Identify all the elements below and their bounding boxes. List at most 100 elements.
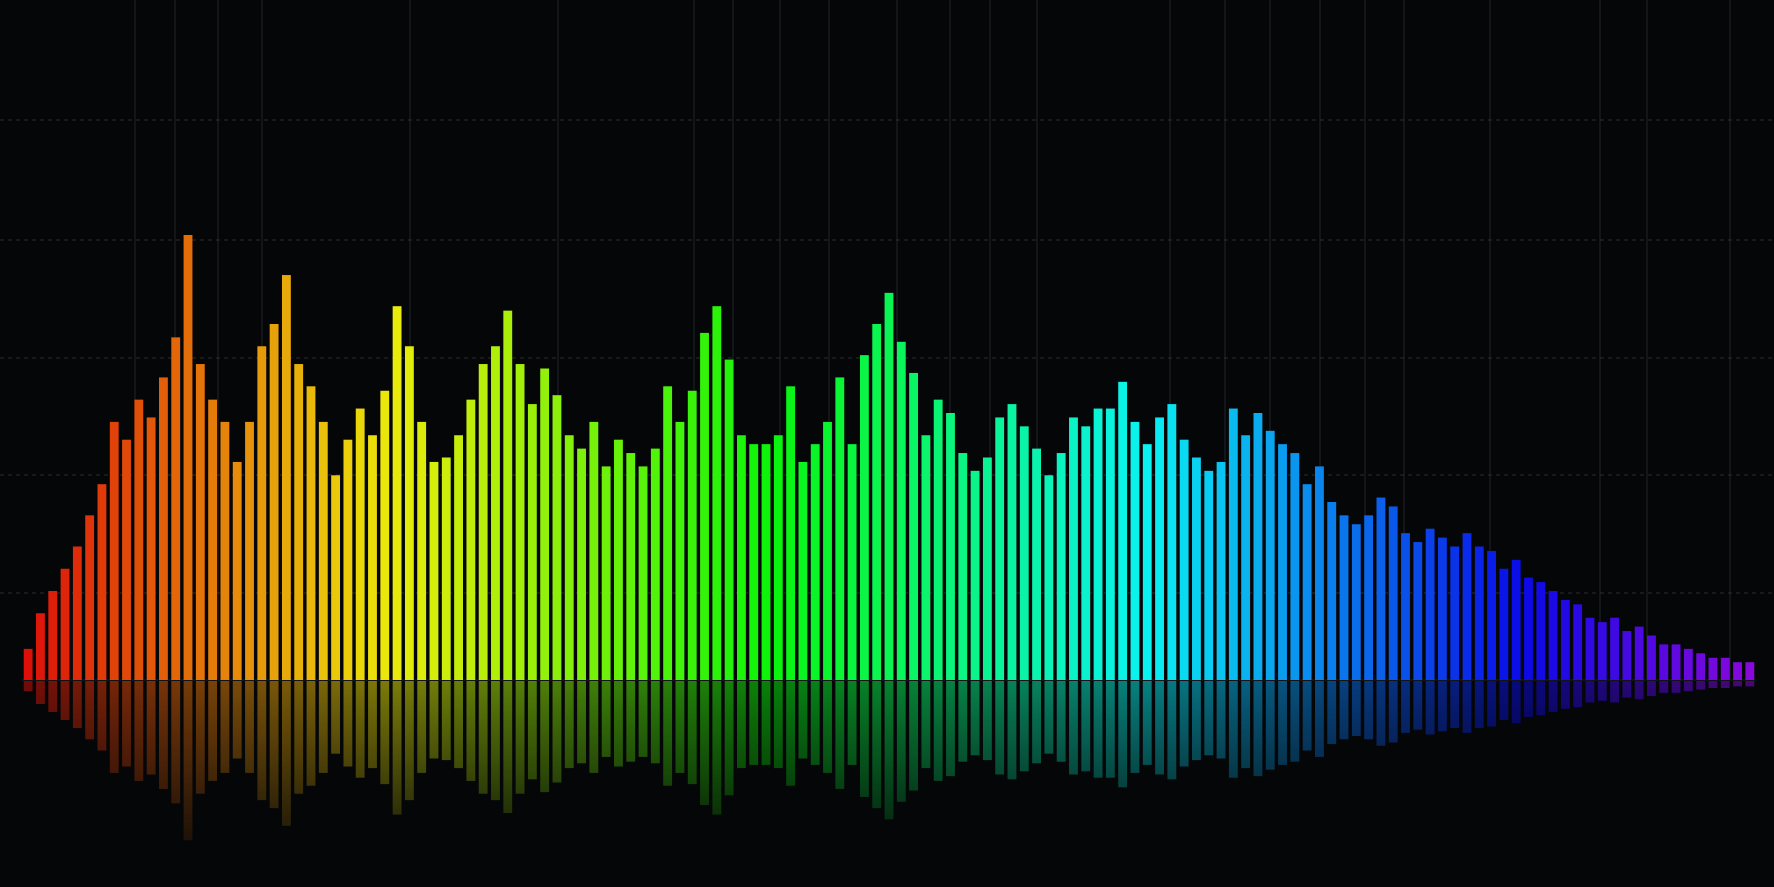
spectrum-bar bbox=[1081, 426, 1091, 680]
spectrum-bar bbox=[1364, 515, 1374, 680]
spectrum-bar-reflection bbox=[1167, 680, 1177, 780]
spectrum-bar bbox=[712, 306, 722, 680]
spectrum-bar bbox=[429, 461, 439, 680]
spectrum-bar-reflection bbox=[995, 680, 1005, 775]
spectrum-bar-reflection bbox=[1351, 680, 1361, 737]
spectrum-bar-reflection bbox=[60, 680, 70, 721]
spectrum-bar bbox=[1130, 421, 1140, 680]
spectrum-bar-reflection bbox=[761, 680, 771, 765]
spectrum-bar bbox=[60, 568, 70, 680]
spectrum-bar-reflection bbox=[1462, 680, 1472, 733]
spectrum-bar-reflection bbox=[1265, 680, 1275, 770]
spectrum-bar bbox=[454, 435, 463, 680]
spectrum-bar-reflection bbox=[109, 680, 119, 773]
spectrum-bar bbox=[773, 435, 783, 680]
spectrum-bar bbox=[1032, 448, 1041, 680]
spectrum-bar-reflection bbox=[1499, 680, 1509, 721]
spectrum-bar bbox=[577, 448, 586, 680]
spectrum-bar-reflection bbox=[823, 680, 832, 773]
spectrum-bar bbox=[1118, 381, 1128, 680]
spectrum-bar bbox=[946, 413, 955, 680]
spectrum-bar-reflection bbox=[454, 680, 463, 769]
spectrum-bar bbox=[1019, 426, 1029, 680]
spectrum-bar-reflection bbox=[1142, 680, 1152, 765]
spectrum-bar-reflection bbox=[306, 680, 316, 786]
spectrum-bar-reflection bbox=[1659, 680, 1669, 693]
spectrum-bar bbox=[614, 439, 623, 680]
spectrum-bar bbox=[171, 337, 181, 680]
spectrum-bar-reflection bbox=[257, 680, 267, 801]
spectrum-bar bbox=[1376, 497, 1386, 680]
spectrum-bar bbox=[1044, 475, 1054, 680]
spectrum-bar bbox=[589, 421, 599, 680]
spectrum-bar bbox=[1142, 444, 1152, 680]
spectrum-bar bbox=[183, 235, 193, 680]
spectrum-bar-reflection bbox=[1315, 680, 1324, 757]
spectrum-bar bbox=[700, 332, 709, 680]
spectrum-bar-reflection bbox=[540, 680, 550, 793]
spectrum-bar-reflection bbox=[269, 680, 279, 809]
spectrum-bar-reflection bbox=[921, 680, 931, 769]
spectrum-bar-reflection bbox=[503, 680, 513, 813]
spectrum-bar bbox=[23, 648, 33, 680]
spectrum-bar bbox=[1708, 657, 1718, 680]
spectrum-bar-reflection bbox=[552, 680, 562, 783]
spectrum-bar bbox=[72, 546, 82, 680]
spectrum-bar bbox=[294, 364, 304, 680]
spectrum-bar bbox=[146, 417, 156, 680]
spectrum-bar-reflection bbox=[97, 680, 107, 751]
spectrum-bar bbox=[1290, 453, 1300, 680]
spectrum-bar bbox=[417, 421, 427, 680]
spectrum-bar bbox=[257, 346, 267, 680]
spectrum-bar-reflection bbox=[958, 680, 968, 762]
spectrum-bar-reflection bbox=[663, 680, 673, 786]
spectrum-bar bbox=[368, 435, 377, 680]
spectrum-bar-reflection bbox=[195, 680, 205, 794]
spectrum-bar bbox=[1659, 644, 1669, 680]
spectrum-bar-reflection bbox=[1720, 680, 1730, 689]
spectrum-bar bbox=[380, 390, 390, 680]
spectrum-bar bbox=[1204, 470, 1214, 680]
spectrum-bar-reflection bbox=[1524, 680, 1533, 717]
spectrum-bar bbox=[1155, 417, 1164, 680]
spectrum-bar bbox=[503, 310, 513, 680]
spectrum-bar bbox=[245, 421, 254, 680]
spectrum-bar-reflection bbox=[85, 680, 95, 740]
spectrum-bar bbox=[1437, 537, 1447, 680]
spectrum-bar bbox=[1351, 524, 1361, 680]
spectrum-bar-reflection bbox=[970, 680, 980, 756]
spectrum-bar bbox=[540, 368, 550, 680]
spectrum-bar bbox=[1278, 444, 1287, 680]
spectrum-bar-reflection bbox=[712, 680, 722, 815]
spectrum-bar bbox=[1401, 533, 1410, 680]
spectrum-bar-reflection bbox=[909, 680, 919, 791]
spectrum-bar bbox=[1585, 617, 1595, 680]
spectrum-bar bbox=[872, 324, 882, 680]
spectrum-bar bbox=[675, 421, 685, 680]
spectrum-bar bbox=[601, 466, 611, 680]
spectrum-bar bbox=[466, 399, 476, 680]
spectrum-bar-reflection bbox=[1364, 680, 1374, 740]
spectrum-bar bbox=[281, 275, 291, 680]
spectrum-bar bbox=[552, 395, 562, 680]
spectrum-bar-reflection bbox=[368, 680, 377, 769]
spectrum-bar bbox=[835, 377, 845, 680]
spectrum-bar-reflection bbox=[1118, 680, 1128, 788]
spectrum-bar bbox=[958, 453, 968, 680]
spectrum-bar bbox=[491, 346, 500, 680]
spectrum-bar-reflection bbox=[798, 680, 808, 759]
spectrum-bar bbox=[1671, 644, 1681, 680]
spectrum-bar bbox=[269, 324, 279, 680]
spectrum-bar-reflection bbox=[1192, 680, 1201, 761]
spectrum-bar-reflection bbox=[122, 680, 131, 767]
spectrum-bar-reflection bbox=[933, 680, 943, 781]
spectrum-bar bbox=[564, 435, 574, 680]
spectrum-bar bbox=[1487, 550, 1497, 680]
spectrum-bar bbox=[1241, 435, 1251, 680]
spectrum-bar bbox=[1450, 546, 1460, 680]
spectrum-bar bbox=[1315, 466, 1324, 680]
spectrum-bar-reflection bbox=[675, 680, 685, 773]
spectrum-bar bbox=[343, 439, 353, 680]
spectrum-bar-reflection bbox=[441, 680, 451, 761]
spectrum-bar-reflection bbox=[491, 680, 500, 801]
